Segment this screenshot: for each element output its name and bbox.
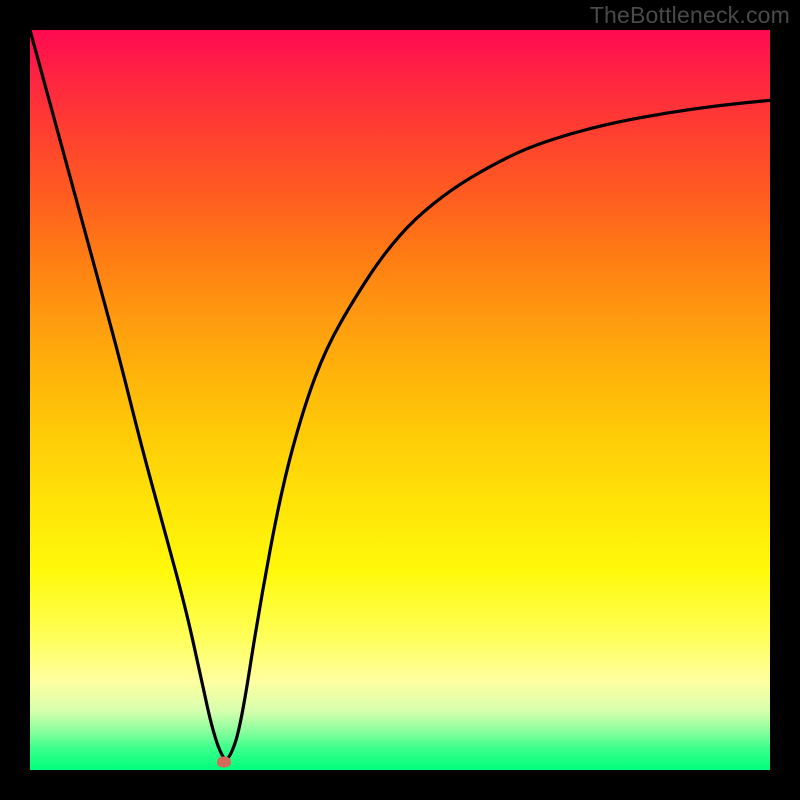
chart-frame: TheBottleneck.com [0,0,800,800]
bottleneck-curve [30,30,770,770]
plot-area [30,30,770,770]
minimum-marker [217,757,231,768]
watermark-label: TheBottleneck.com [590,2,790,29]
